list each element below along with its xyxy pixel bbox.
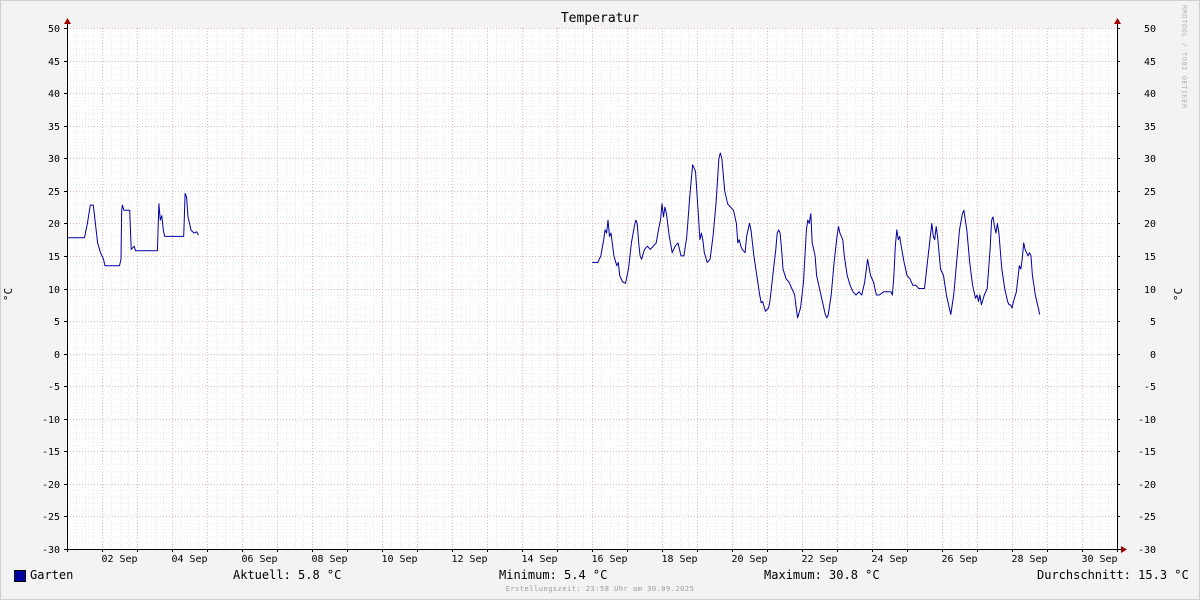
legend-series-label: Garten	[30, 568, 74, 582]
y-tick-label-right: -5	[1144, 382, 1156, 393]
y-tick-label-right: 35	[1144, 122, 1156, 133]
y-tick-label-right: 25	[1144, 187, 1156, 198]
y-tick-label-left: 5	[54, 317, 60, 328]
y-tick-label-right: 0	[1150, 350, 1156, 361]
y-tick-label-right: -30	[1138, 545, 1156, 556]
y-tick-label-right: 30	[1144, 154, 1156, 165]
y-tick-label-right: -20	[1138, 480, 1156, 491]
plot-area	[67, 28, 1117, 549]
y-tick-label-right: 40	[1144, 89, 1156, 100]
y-tick-label-left: 35	[48, 122, 60, 133]
x-tick-label: 04 Sep	[171, 554, 207, 565]
y-tick-label-left: 30	[48, 154, 60, 165]
legend-swatch-garten	[14, 570, 26, 582]
y-tick-label-left: -10	[42, 415, 60, 426]
y-tick-label-right: 5	[1150, 317, 1156, 328]
y-tick-label-left: -5	[48, 382, 60, 393]
y-tick-label-left: -15	[42, 447, 60, 458]
y-tick-label-right: 50	[1144, 24, 1156, 35]
legend-maximum: Maximum: 30.8 °C	[764, 568, 880, 582]
y-tick-label-left: 10	[48, 285, 60, 296]
y-tick-label-right: 15	[1144, 252, 1156, 263]
y-tick-label-left: -25	[42, 512, 60, 523]
x-tick-label: 20 Sep	[731, 554, 767, 565]
y-tick-label-left: -30	[42, 545, 60, 556]
x-axis-arrow	[1121, 546, 1127, 553]
y-tick-label-right: 20	[1144, 219, 1156, 230]
x-tick-label: 16 Sep	[591, 554, 627, 565]
x-tick-label: 24 Sep	[871, 554, 907, 565]
x-tick-label: 22 Sep	[801, 554, 837, 565]
x-tick-label: 30 Sep	[1081, 554, 1117, 565]
x-tick-label: 02 Sep	[101, 554, 137, 565]
legend-average: Durchschnitt: 15.3 °C	[1037, 568, 1189, 582]
x-tick-label: 08 Sep	[311, 554, 347, 565]
y-tick-label-right: -25	[1138, 512, 1156, 523]
legend-minimum: Minimum: 5.4 °C	[499, 568, 608, 582]
temperature-chart: 50 5045 4540 4035 3530 3025 2520 2015 1510 105 50 0…	[42, 18, 1156, 565]
y-tick-label-left: 15	[48, 252, 60, 263]
x-tick-label: 10 Sep	[381, 554, 417, 565]
y-tick-label-left: 20	[48, 219, 60, 230]
x-tick-label: 18 Sep	[661, 554, 697, 565]
y-tick-label-left: -20	[42, 480, 60, 491]
y-tick-label-left: 0	[54, 350, 60, 361]
x-tick-labels: 02 Sep 04 Sep 06 Sep 08 Sep 10 Sep 12 Sep 14 S…	[101, 554, 1117, 565]
y-tick-label-left: 25	[48, 187, 60, 198]
x-tick-label: 06 Sep	[241, 554, 277, 565]
y-tick-label-left: 40	[48, 89, 60, 100]
y-tick-label-left: 50	[48, 24, 60, 35]
x-tick-label: 12 Sep	[451, 554, 487, 565]
footer-timestamp: Erstellungszeit: 23:58 Uhr am 30.09.2025	[505, 585, 695, 593]
y-axis-arrow-left	[64, 18, 71, 24]
y-tick-label-right: 45	[1144, 57, 1156, 68]
y-axis-arrow-right	[1114, 18, 1121, 24]
x-tick-label: 26 Sep	[941, 554, 977, 565]
y-tick-label-left: 45	[48, 57, 60, 68]
legend-current: Aktuell: 5.8 °C	[233, 568, 342, 582]
y-tick-label-right: 10	[1144, 285, 1156, 296]
x-tick-label: 28 Sep	[1011, 554, 1047, 565]
x-tick-label: 14 Sep	[521, 554, 557, 565]
y-tick-label-right: -15	[1138, 447, 1156, 458]
y-tick-label-right: -10	[1138, 415, 1156, 426]
